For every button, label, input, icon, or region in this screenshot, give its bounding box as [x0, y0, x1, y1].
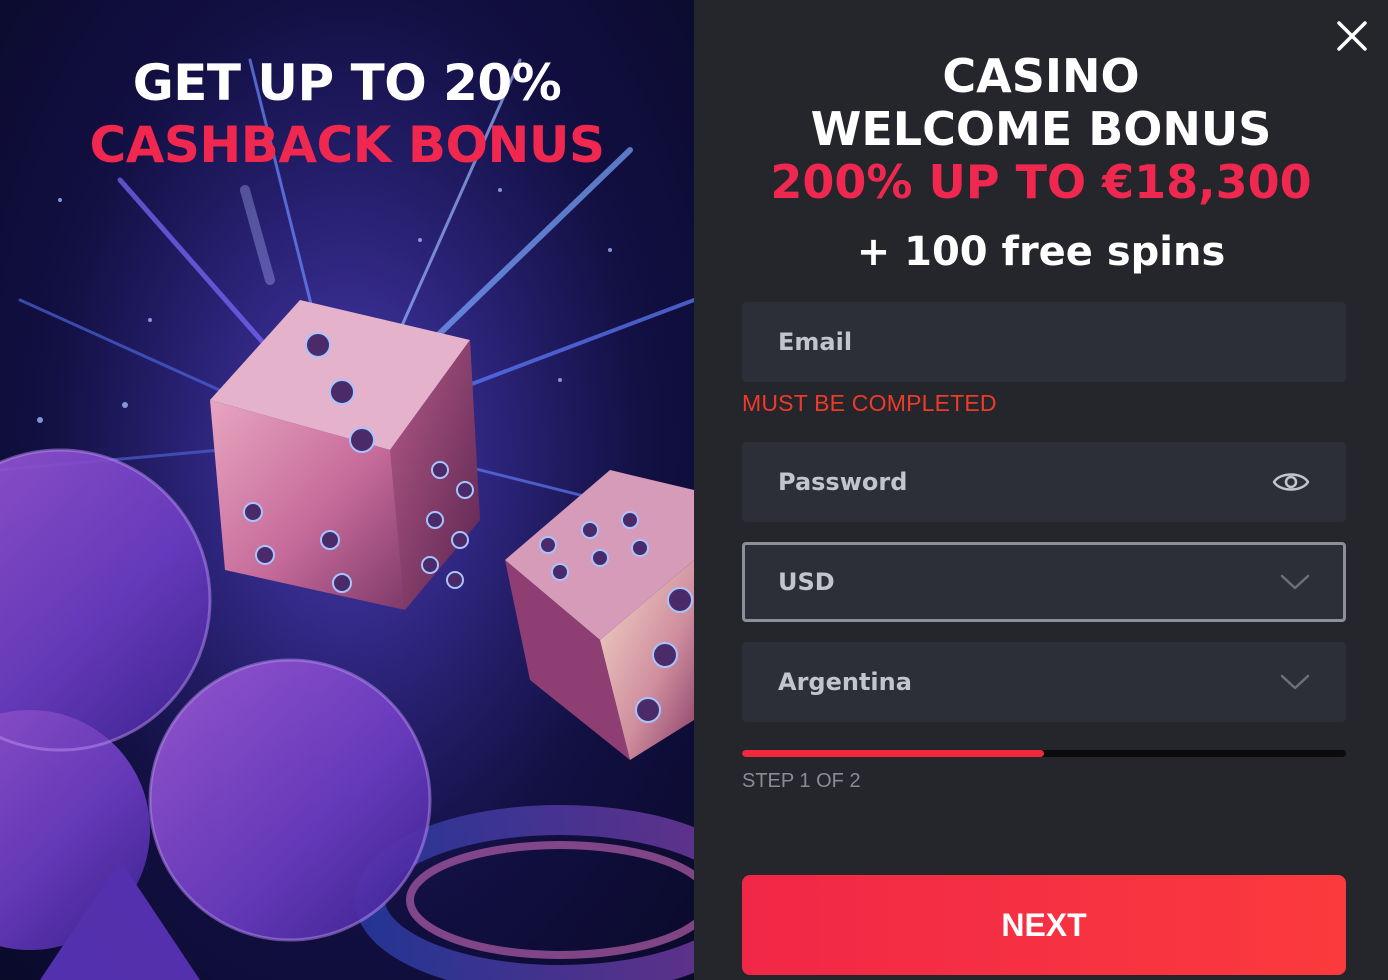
bonus-headline: CASINO WELCOME BONUS 200% UP TO €18,300 … [694, 50, 1388, 277]
chevron-down-icon [1280, 674, 1310, 690]
email-error-message: MUST BE COMPLETED [742, 390, 997, 416]
close-icon [1337, 21, 1367, 51]
step-progress-fill [742, 750, 1044, 757]
step-indicator: STEP 1 OF 2 [742, 770, 861, 792]
headline-welcome-bonus: WELCOME BONUS [810, 102, 1272, 156]
signup-modal: GET UP TO 20% CASHBACK BONUS CASINO WELC… [0, 0, 1388, 980]
currency-select[interactable]: USD [742, 542, 1346, 622]
headline-casino: CASINO [942, 49, 1140, 103]
eye-icon [1272, 473, 1310, 491]
password-input[interactable] [778, 468, 1272, 496]
currency-selected-value: USD [778, 568, 835, 596]
close-button[interactable] [1334, 18, 1370, 54]
password-field[interactable] [742, 442, 1346, 522]
promo-line-2: CASHBACK BONUS [89, 116, 605, 174]
promo-line-1: GET UP TO 20% [132, 54, 562, 112]
password-visibility-toggle[interactable] [1272, 467, 1310, 497]
headline-free-spins: + 100 free spins [856, 229, 1226, 275]
chevron-down-icon [1280, 574, 1310, 590]
email-field[interactable] [742, 302, 1346, 382]
step-progress-bar [742, 750, 1346, 757]
country-select[interactable]: Argentina [742, 642, 1346, 722]
promo-headline: GET UP TO 20% CASHBACK BONUS [0, 52, 694, 176]
email-input[interactable] [778, 328, 1310, 356]
country-selected-value: Argentina [778, 668, 912, 696]
promo-panel: GET UP TO 20% CASHBACK BONUS [0, 0, 694, 980]
signup-form-panel: CASINO WELCOME BONUS 200% UP TO €18,300 … [694, 0, 1388, 980]
next-button[interactable]: NEXT [742, 875, 1346, 975]
headline-offer: 200% UP TO €18,300 [770, 155, 1312, 209]
